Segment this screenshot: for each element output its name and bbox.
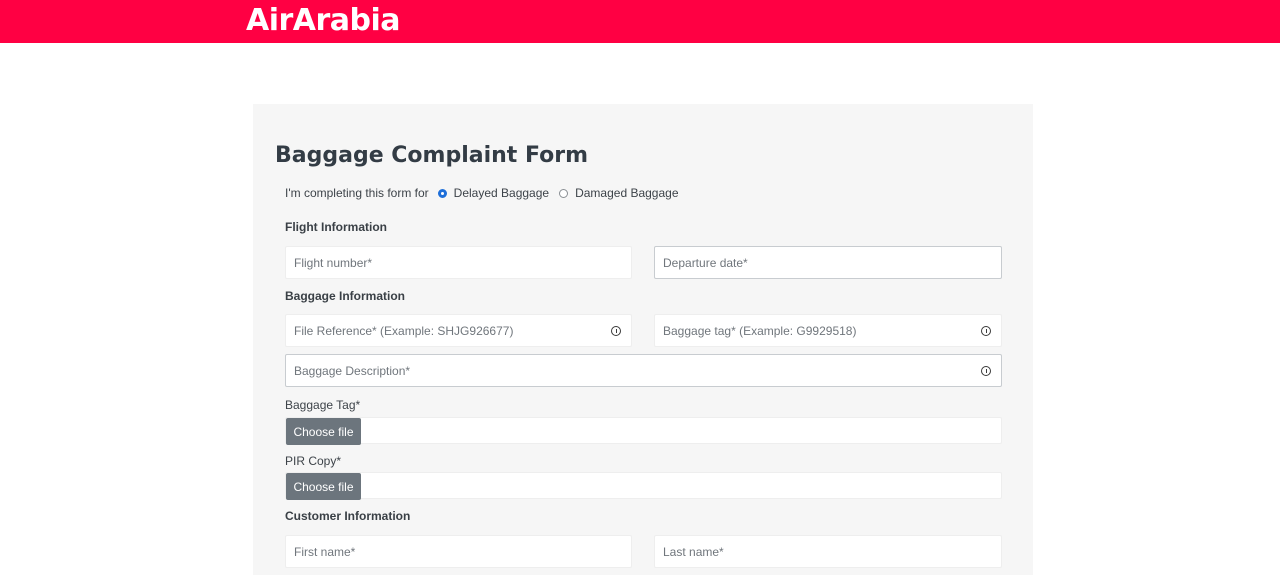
pir-copy-upload-label: PIR Copy* — [285, 454, 342, 468]
choose-file-button[interactable]: Choose file — [286, 418, 361, 445]
departure-date-field[interactable] — [654, 246, 1002, 279]
flight-number-input[interactable] — [294, 247, 631, 278]
last-name-input[interactable] — [663, 536, 1001, 567]
info-icon[interactable] — [611, 326, 621, 336]
info-icon[interactable] — [981, 326, 991, 336]
first-name-field[interactable] — [285, 535, 632, 568]
radio-label: Damaged Baggage — [575, 186, 679, 200]
file-reference-input[interactable] — [294, 315, 631, 346]
radio-checked-icon — [437, 188, 447, 198]
top-bar: AirArabia — [0, 0, 1280, 43]
baggage-info-heading: Baggage Information — [285, 289, 406, 303]
flight-number-field[interactable] — [285, 246, 632, 279]
baggage-description-input[interactable] — [294, 355, 1001, 386]
pir-copy-upload[interactable]: Choose file — [285, 472, 1002, 500]
choose-file-button[interactable]: Choose file — [286, 473, 361, 500]
purpose-radio-group: I'm completing this form for Delayed Bag… — [285, 184, 689, 202]
baggage-tag-upload[interactable]: Choose file — [285, 417, 1002, 445]
baggage-tag-field[interactable] — [654, 314, 1002, 347]
page-title: Baggage Complaint Form — [275, 143, 589, 168]
radio-unchecked-icon — [559, 188, 569, 198]
customer-info-heading: Customer Information — [285, 509, 411, 523]
baggage-tag-upload-label: Baggage Tag* — [285, 398, 361, 412]
departure-date-input[interactable] — [663, 247, 1001, 278]
radio-damaged-baggage[interactable]: Damaged Baggage — [559, 186, 679, 200]
airarabia-logo[interactable]: AirArabia — [246, 2, 401, 40]
first-name-input[interactable] — [294, 536, 631, 567]
radio-label: Delayed Baggage — [453, 186, 550, 200]
baggage-tag-input[interactable] — [663, 315, 1001, 346]
info-icon[interactable] — [981, 366, 991, 376]
flight-info-heading: Flight Information — [285, 220, 387, 234]
last-name-field[interactable] — [654, 535, 1002, 568]
file-reference-field[interactable] — [285, 314, 632, 347]
purpose-label: I'm completing this form for — [285, 186, 429, 200]
radio-delayed-baggage[interactable]: Delayed Baggage — [437, 186, 550, 200]
baggage-description-field[interactable] — [285, 354, 1002, 387]
